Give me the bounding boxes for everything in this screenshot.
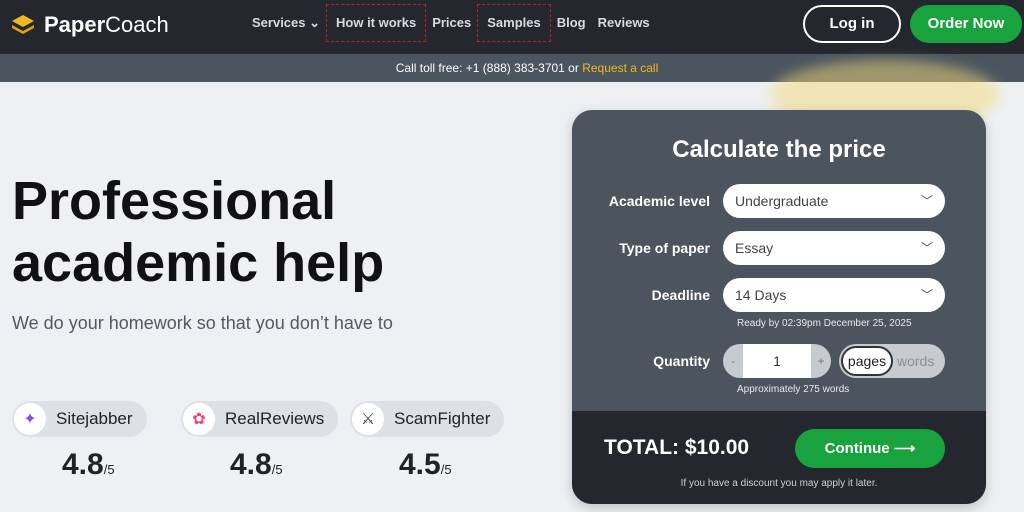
nav-reviews[interactable]: Reviews <box>592 4 656 42</box>
deadline-select[interactable]: 14 Days ﹀ <box>723 278 945 312</box>
nav-prices[interactable]: Prices <box>426 4 477 42</box>
hero-title: Professional academic help <box>12 171 385 293</box>
realreviews-icon: ✿ <box>183 403 215 435</box>
discount-note: If you have a discount you may apply it … <box>680 478 878 489</box>
chevron-down-icon: ﹀ <box>920 241 933 255</box>
quantity-input[interactable]: 1 <box>743 344 811 378</box>
price-calculator: Calculate the price Academic level Under… <box>572 110 986 504</box>
unit-words-option[interactable]: words <box>897 344 934 378</box>
nav-blog[interactable]: Blog <box>551 4 592 42</box>
academic-level-select[interactable]: Undergraduate ﹀ <box>723 184 945 218</box>
chevron-down-icon: ﹀ <box>920 288 933 302</box>
review-badge-scamfighter[interactable]: ⚔ ScamFighter <box>350 401 505 437</box>
calculator-title: Calculate the price <box>672 136 886 163</box>
request-call-link[interactable]: Request a call <box>582 61 658 75</box>
review-score: 4.5/5 <box>399 448 452 481</box>
hero-tagline: We do your homework so that you don’t ha… <box>12 313 393 333</box>
sitejabber-icon: ✦ <box>14 403 46 435</box>
unit-toggle: pages words <box>839 344 945 378</box>
unit-pages-option[interactable]: pages <box>841 346 893 376</box>
phone-text: Call toll free: +1 (888) 383-3701 or <box>395 61 583 75</box>
top-nav: Paper Coach Services ⌄ How it works Price… <box>0 0 1024 54</box>
quantity-label: Quantity <box>653 353 710 369</box>
brand-name-light: Coach <box>105 12 169 37</box>
type-of-paper-select[interactable]: Essay ﹀ <box>723 231 945 265</box>
nav-samples[interactable]: Samples <box>477 4 551 42</box>
main-menu: Services ⌄ How it works Prices Samples B… <box>246 0 656 46</box>
quantity-hint: Approximately 275 words <box>737 384 850 395</box>
type-of-paper-label: Type of paper <box>619 240 710 256</box>
logo-icon <box>12 15 34 34</box>
increment-button[interactable]: + <box>811 344 831 378</box>
nav-services[interactable]: Services ⌄ <box>246 4 326 42</box>
decrement-button[interactable]: - <box>723 344 743 378</box>
arrow-right-icon: ⟶ <box>893 440 916 457</box>
order-now-button[interactable]: Order Now <box>910 5 1022 43</box>
academic-level-label: Academic level <box>608 193 710 209</box>
brand-name-bold: Paper <box>44 12 106 37</box>
total-price: TOTAL: $10.00 <box>604 436 750 459</box>
quantity-stepper: - 1 + <box>723 344 831 378</box>
chevron-down-icon: ﹀ <box>920 194 933 208</box>
login-button[interactable]: Log in <box>803 5 901 43</box>
calculator-footer: TOTAL: $10.00 Continue ⟶ If you have a d… <box>572 411 986 504</box>
deadline-label: Deadline <box>651 287 710 303</box>
continue-button[interactable]: Continue ⟶ <box>795 429 945 468</box>
review-badge-sitejabber[interactable]: ✦ Sitejabber <box>12 401 147 437</box>
scamfighter-icon: ⚔ <box>352 403 384 435</box>
nav-how-it-works[interactable]: How it works <box>326 4 427 42</box>
deadline-hint: Ready by 02:39pm December 25, 2025 <box>737 318 912 329</box>
review-score: 4.8/5 <box>230 448 283 481</box>
logo[interactable]: Paper Coach <box>10 12 169 38</box>
review-score: 4.8/5 <box>62 448 115 481</box>
review-badge-realreviews[interactable]: ✿ RealReviews <box>181 401 339 437</box>
